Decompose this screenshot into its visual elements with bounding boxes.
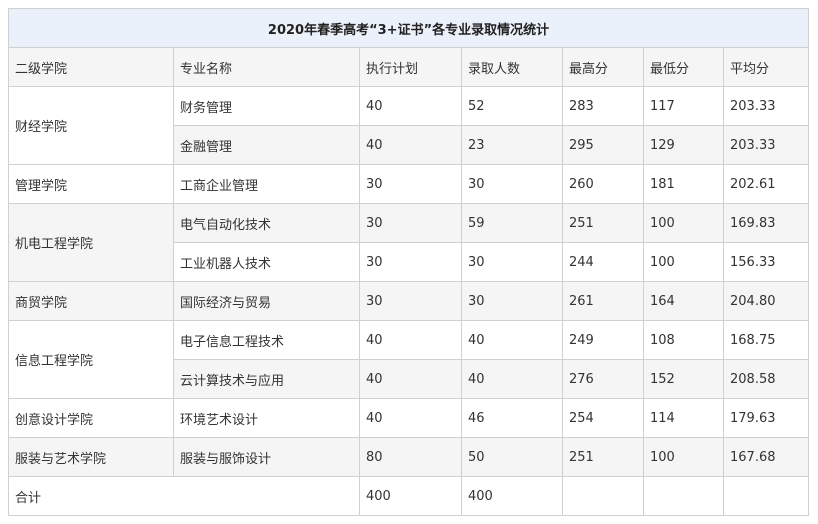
table-row: 财经学院 财务管理 40 52 283 117 203.33 <box>8 86 810 165</box>
total-label: 合计 <box>8 476 360 516</box>
min-score-cell: 181 <box>643 164 724 204</box>
avg-score-cell: 179.63 <box>722 398 810 438</box>
plan-cell: 40 <box>359 86 462 126</box>
max-score-cell: 254 <box>562 398 644 438</box>
title-row: 2020年春季高考“3+证书”各专业录取情况统计 <box>7 8 810 48</box>
major-cell: 电子信息工程技术 <box>173 320 360 360</box>
avg-score-cell: 169.83 <box>722 203 810 243</box>
college-cell: 机电工程学院 <box>8 203 174 282</box>
admitted-cell: 30 <box>461 242 563 282</box>
major-cell: 环境艺术设计 <box>173 398 360 438</box>
table-title: 2020年春季高考“3+证书”各专业录取情况统计 <box>7 8 810 48</box>
total-admitted: 400 <box>461 476 563 516</box>
max-score-cell: 251 <box>562 203 644 243</box>
table-row: 管理学院 工商企业管理 30 30 260 181 202.61 <box>8 164 810 204</box>
table-row: 服装与艺术学院 服装与服饰设计 80 50 251 100 167.68 <box>8 437 810 477</box>
header-max-score: 最高分 <box>562 47 644 87</box>
admitted-cell: 40 <box>461 320 563 360</box>
min-score-cell: 100 <box>643 203 724 243</box>
college-cell: 信息工程学院 <box>8 320 174 399</box>
college-cell: 管理学院 <box>8 164 174 204</box>
header-admitted: 录取人数 <box>461 47 563 87</box>
plan-cell: 40 <box>359 359 462 399</box>
avg-score-cell: 202.61 <box>722 164 810 204</box>
min-score-cell: 152 <box>643 359 724 399</box>
plan-cell: 40 <box>359 320 462 360</box>
avg-score-cell: 203.33 <box>722 86 810 126</box>
admitted-cell: 23 <box>461 125 563 165</box>
avg-score-cell: 168.75 <box>722 320 810 360</box>
admission-table: 2020年春季高考“3+证书”各专业录取情况统计 二级学院 专业名称 执行计划 … <box>7 8 810 516</box>
admitted-cell: 30 <box>461 164 563 204</box>
max-score-cell: 251 <box>562 437 644 477</box>
max-score-cell: 260 <box>562 164 644 204</box>
avg-score-cell: 156.33 <box>722 242 810 282</box>
table-body: 2020年春季高考“3+证书”各专业录取情况统计 二级学院 专业名称 执行计划 … <box>7 8 810 516</box>
max-score-cell: 249 <box>562 320 644 360</box>
table-row: 商贸学院 国际经济与贸易 30 30 261 164 204.80 <box>8 281 810 321</box>
min-score-cell: 164 <box>643 281 724 321</box>
min-score-cell: 100 <box>643 242 724 282</box>
min-score-cell: 100 <box>643 437 724 477</box>
header-major: 专业名称 <box>173 47 360 87</box>
total-row: 合计 400 400 <box>8 476 810 516</box>
plan-cell: 40 <box>359 125 462 165</box>
header-college: 二级学院 <box>8 47 174 87</box>
plan-cell: 30 <box>359 242 462 282</box>
avg-score-cell: 167.68 <box>722 437 810 477</box>
admitted-cell: 52 <box>461 86 563 126</box>
major-cell: 工业机器人技术 <box>173 242 360 282</box>
admitted-cell: 50 <box>461 437 563 477</box>
avg-score-cell: 204.80 <box>722 281 810 321</box>
avg-score-cell: 208.58 <box>722 359 810 399</box>
min-score-cell: 108 <box>643 320 724 360</box>
major-cell: 工商企业管理 <box>173 164 360 204</box>
total-plan: 400 <box>359 476 462 516</box>
major-cell: 财务管理 <box>173 86 360 126</box>
empty-cell <box>722 476 810 516</box>
min-score-cell: 129 <box>643 125 724 165</box>
header-min-score: 最低分 <box>643 47 724 87</box>
admitted-cell: 40 <box>461 359 563 399</box>
plan-cell: 30 <box>359 164 462 204</box>
max-score-cell: 295 <box>562 125 644 165</box>
major-cell: 电气自动化技术 <box>173 203 360 243</box>
major-cell: 金融管理 <box>173 125 360 165</box>
header-avg-score: 平均分 <box>722 47 810 87</box>
table-row: 创意设计学院 环境艺术设计 40 46 254 114 179.63 <box>8 398 810 438</box>
admitted-cell: 59 <box>461 203 563 243</box>
plan-cell: 30 <box>359 203 462 243</box>
empty-cell <box>643 476 724 516</box>
table-row: 信息工程学院 电子信息工程技术 40 40 249 108 168.75 <box>8 320 810 399</box>
major-cell: 服装与服饰设计 <box>173 437 360 477</box>
min-score-cell: 114 <box>643 398 724 438</box>
major-cell: 云计算技术与应用 <box>173 359 360 399</box>
admitted-cell: 30 <box>461 281 563 321</box>
max-score-cell: 283 <box>562 86 644 126</box>
header-row: 二级学院 专业名称 执行计划 录取人数 最高分 最低分 平均分 <box>8 47 810 87</box>
empty-cell <box>562 476 644 516</box>
plan-cell: 80 <box>359 437 462 477</box>
admitted-cell: 46 <box>461 398 563 438</box>
max-score-cell: 261 <box>562 281 644 321</box>
college-cell: 商贸学院 <box>8 281 174 321</box>
college-cell: 服装与艺术学院 <box>8 437 174 477</box>
major-cell: 国际经济与贸易 <box>173 281 360 321</box>
college-cell: 财经学院 <box>8 86 174 165</box>
avg-score-cell: 203.33 <box>722 125 810 165</box>
max-score-cell: 244 <box>562 242 644 282</box>
header-plan: 执行计划 <box>359 47 462 87</box>
plan-cell: 30 <box>359 281 462 321</box>
min-score-cell: 117 <box>643 86 724 126</box>
max-score-cell: 276 <box>562 359 644 399</box>
plan-cell: 40 <box>359 398 462 438</box>
table-row: 机电工程学院 电气自动化技术 30 59 251 100 169.83 <box>8 203 810 282</box>
admission-table-container: 2020年春季高考“3+证书”各专业录取情况统计 二级学院 专业名称 执行计划 … <box>7 8 810 516</box>
college-cell: 创意设计学院 <box>8 398 174 438</box>
